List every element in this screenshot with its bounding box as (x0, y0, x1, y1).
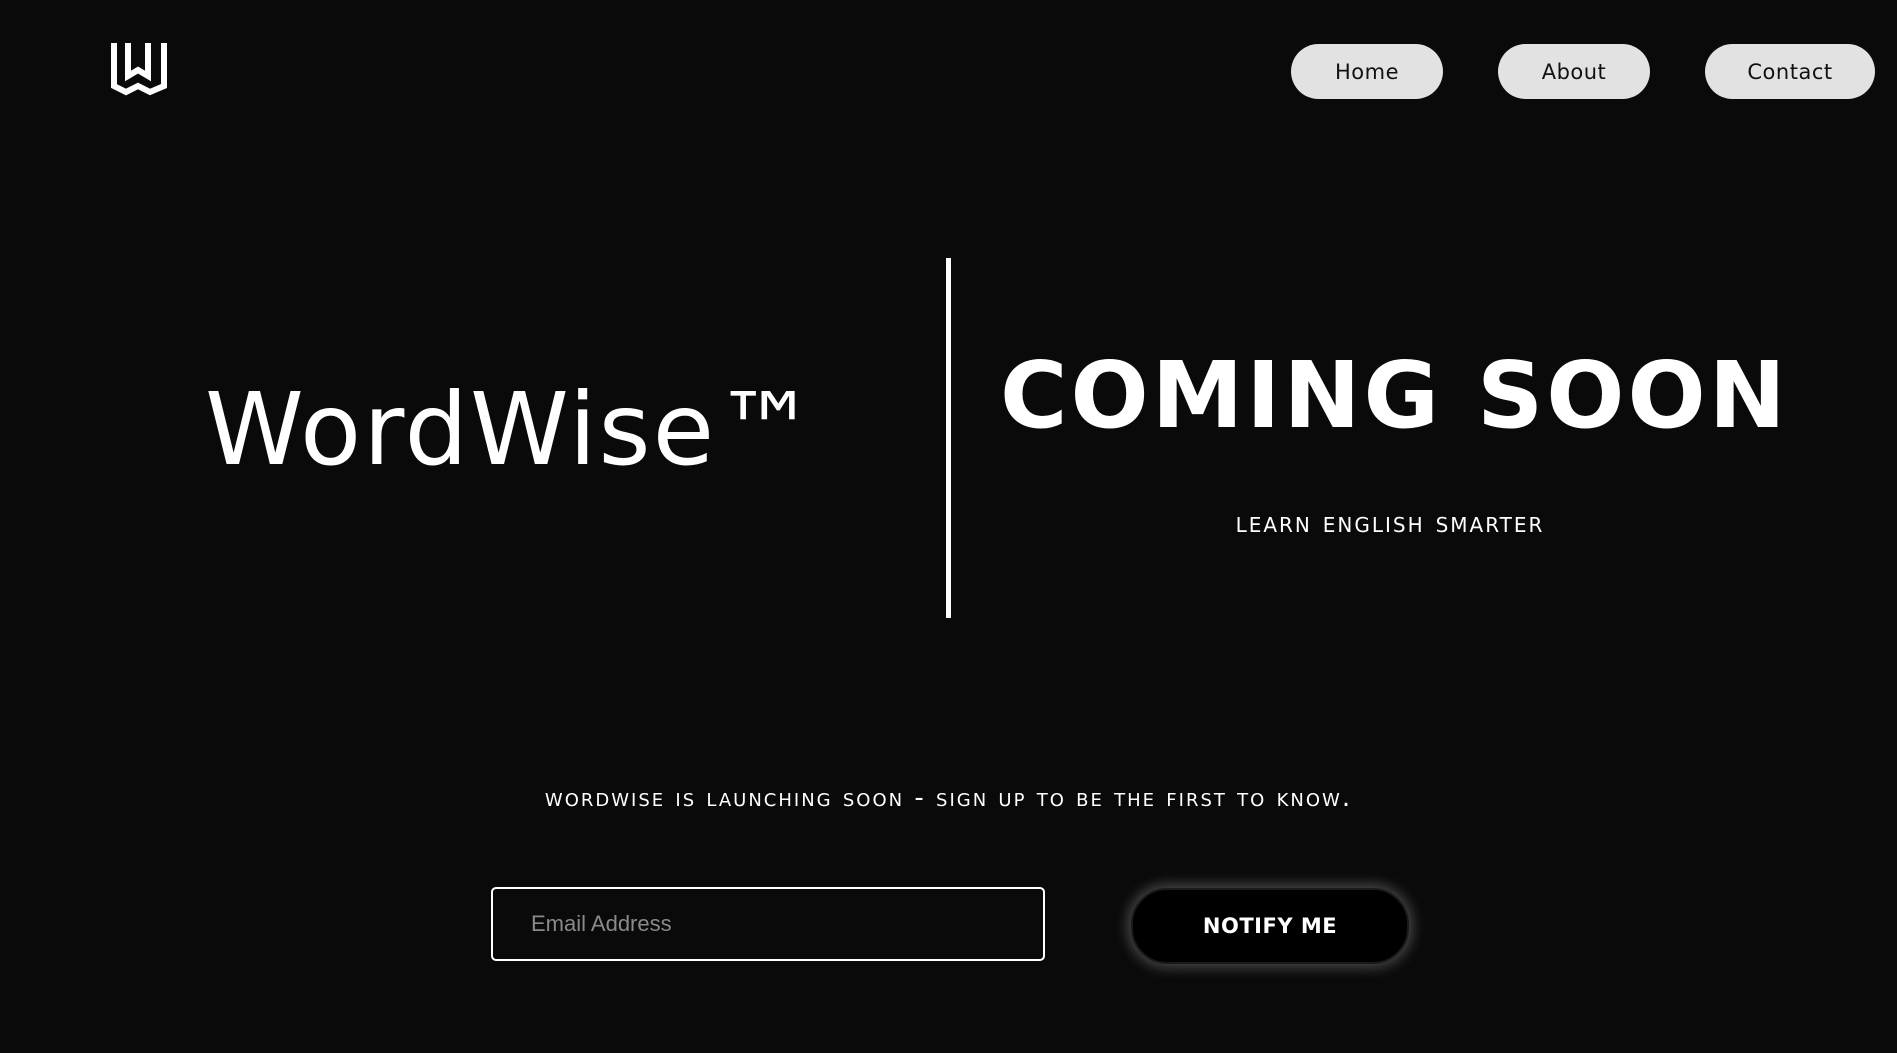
main-nav: Home About Contact (0, 44, 1897, 100)
notify-me-button[interactable]: NOTIFY ME (1131, 888, 1409, 964)
launch-message: WordWise is launching soon - sign up to … (544, 783, 1353, 813)
hero-divider (946, 258, 951, 618)
page: Home About Contact WordWise™ COMING SOON… (0, 0, 1897, 1053)
nav-home-button[interactable]: Home (1291, 44, 1443, 99)
brand-title: WordWise™ (205, 371, 819, 488)
email-input[interactable] (491, 887, 1045, 961)
nav-contact-button[interactable]: Contact (1705, 44, 1875, 99)
coming-soon-heading: COMING SOON (1000, 342, 1789, 449)
hero-tagline: Learn English smarter (1235, 506, 1545, 539)
nav-about-button[interactable]: About (1498, 44, 1650, 99)
